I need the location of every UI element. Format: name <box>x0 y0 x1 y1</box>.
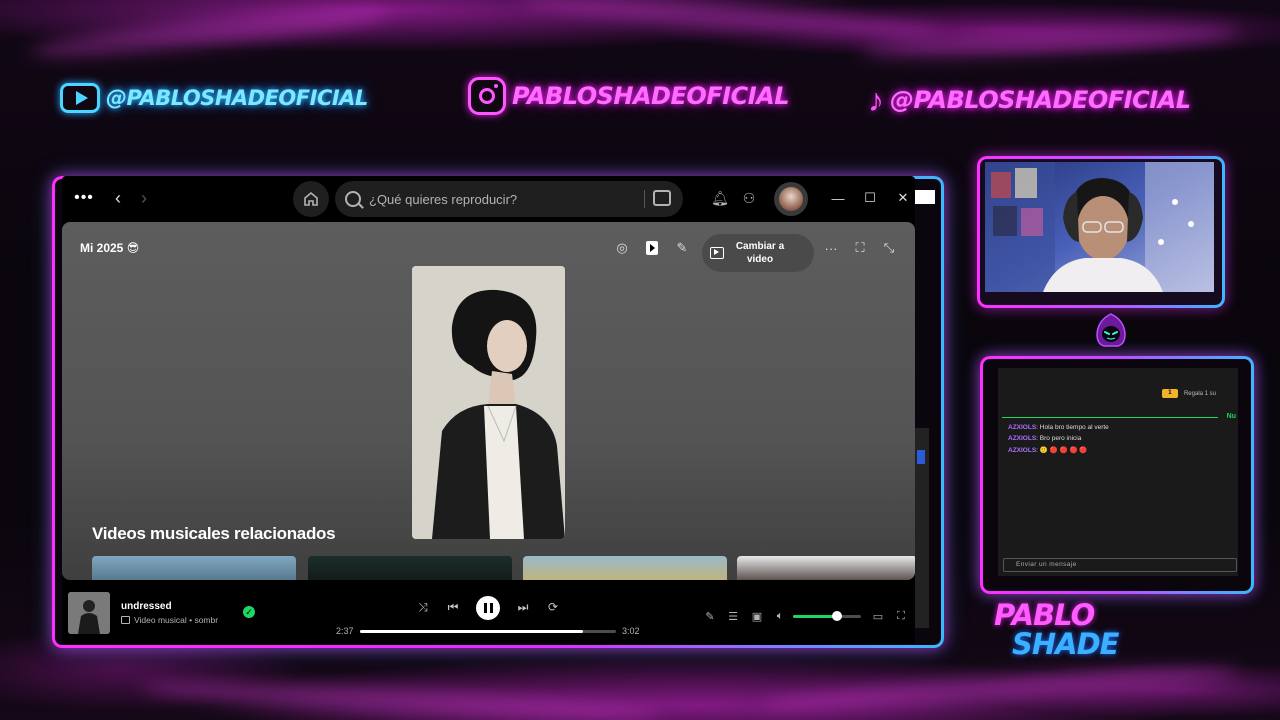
webcam-image <box>985 162 1214 292</box>
volume-slider[interactable] <box>793 611 861 621</box>
track-artwork[interactable] <box>68 592 110 634</box>
youtube-icon <box>60 83 100 113</box>
chat-message-text: Bro pero inicia <box>1039 435 1082 442</box>
search-bar[interactable]: ¿Qué quieres reproducir? <box>335 181 683 217</box>
chat-username[interactable]: AZXIOLS <box>1008 435 1036 442</box>
instagram-handle: PABLOSHADEOFICIAL <box>512 82 790 110</box>
volume-fill <box>793 615 837 618</box>
browse-icon[interactable] <box>653 190 671 206</box>
now-playing-view-icon[interactable] <box>643 239 661 257</box>
gift-sub-label: Regala 1 su <box>1183 390 1216 397</box>
chat-message-text: 🙂 🔴 🔴 🔴 🔴 <box>1039 447 1088 454</box>
progress-bar[interactable] <box>360 630 616 633</box>
chat-message: AZXIOLS: Hola bro tiempo al verte <box>1008 424 1109 431</box>
view-title: Mi 2025 😎 <box>80 241 140 255</box>
instagram-icon <box>468 77 506 115</box>
user-avatar[interactable] <box>774 182 808 216</box>
progress-fill <box>360 630 583 633</box>
shuffle-icon[interactable]: ⤨ <box>414 598 432 616</box>
fullscreen-player-icon[interactable]: ⛶ <box>893 608 909 624</box>
total-time: 3:02 <box>622 626 640 636</box>
miniplayer-icon[interactable]: ▭ <box>870 608 886 624</box>
switch-to-video-button[interactable]: Cambiar a video <box>702 234 814 272</box>
gift-sub-badge[interactable]: 1 Regala 1 su <box>1161 389 1216 398</box>
queue-icon[interactable]: ☰ <box>725 608 741 624</box>
chat-username[interactable]: AZXIOLS <box>1008 424 1036 431</box>
track-subtitle-row: Video musical • sombr <box>121 615 218 625</box>
track-subtitle[interactable]: Video musical • sombr <box>134 615 218 625</box>
chat-input[interactable]: Enviar un mensaje <box>1003 558 1237 572</box>
minimize-icon[interactable]: — <box>828 188 848 208</box>
search-divider <box>644 190 645 208</box>
elapsed-time: 2:37 <box>336 626 354 636</box>
spotify-window: ••• ‹ › ¿Qué quieres reproducir? 🔔︎ ⚇ — … <box>62 176 915 644</box>
stream-chat: 1 Regala 1 su Nu AZXIOLS: Hola bro tiemp… <box>998 368 1238 576</box>
instagram-handle-block: PABLOSHADEOFICIAL <box>468 74 790 118</box>
lyrics-mic-icon[interactable]: ✎ <box>702 608 718 624</box>
bell-icon[interactable]: 🔔︎ <box>710 188 730 208</box>
more-options-icon[interactable]: ··· <box>822 239 840 257</box>
fullscreen-icon[interactable]: ⛶ <box>851 239 869 257</box>
maximize-icon[interactable]: ☐ <box>860 188 880 208</box>
collapse-icon[interactable]: ⤡ <box>880 239 898 257</box>
related-videos-title: Videos musicales relacionados <box>92 524 336 543</box>
youtube-handle: @PABLOSHADEOFICIAL <box>106 86 368 110</box>
tiktok-icon: ♪ <box>868 81 884 118</box>
switch-to-video-label: Cambiar a video <box>735 241 785 265</box>
previous-icon[interactable]: ⏮︎ <box>444 598 462 616</box>
track-artwork-image <box>68 592 110 634</box>
now-playing-view: Mi 2025 😎 ◎ ✎ Cambiar a video ··· ⛶ ⤡ Vi… <box>62 222 915 580</box>
chat-username[interactable]: AZXIOLS <box>1008 447 1036 454</box>
volume-icon[interactable]: 🔈︎ <box>772 608 788 624</box>
tiktok-handle: @PABLOSHADEOFICIAL <box>890 86 1191 114</box>
video-cover-art[interactable] <box>412 266 565 539</box>
radio-icon[interactable]: ◎ <box>613 239 631 257</box>
saved-check-icon[interactable]: ✓ <box>243 606 255 618</box>
background-window-tab <box>917 450 925 464</box>
volume-knob[interactable] <box>831 611 842 621</box>
related-video-thumb[interactable] <box>523 556 727 580</box>
credits-icon[interactable]: ✎ <box>673 239 691 257</box>
youtube-handle-block: @PABLOSHADEOFICIAL <box>60 76 368 120</box>
friends-activity-icon[interactable]: ⚇ <box>739 188 759 208</box>
tiktok-handle-block: ♪ @PABLOSHADEOFICIAL <box>868 78 1191 122</box>
video-icon <box>710 247 724 259</box>
next-icon[interactable]: ⏭︎ <box>514 598 532 616</box>
back-arrow-icon[interactable]: ‹ <box>108 188 128 208</box>
pause-button[interactable] <box>476 596 500 620</box>
new-messages-label: Nu <box>1226 413 1236 420</box>
repeat-icon[interactable]: ⟳ <box>544 598 562 616</box>
background-window-edge <box>915 190 935 204</box>
search-input[interactable]: ¿Qué quieres reproducir? <box>369 192 517 207</box>
pablo-shade-logo: PABLO SHADE <box>994 601 1124 659</box>
logo-line-2: SHADE <box>1012 627 1119 661</box>
new-messages-divider <box>1002 417 1218 418</box>
search-icon <box>345 191 361 207</box>
related-video-thumb[interactable] <box>737 556 915 580</box>
logo-line-1: PABLO <box>994 598 1095 632</box>
track-title[interactable]: undressed <box>121 601 172 612</box>
close-icon[interactable]: ✕ <box>893 188 913 208</box>
connect-device-icon[interactable]: ▣ <box>749 608 765 624</box>
chat-message: AZXIOLS: 🙂 🔴 🔴 🔴 🔴 <box>1008 447 1088 454</box>
cover-portrait-image <box>412 266 565 539</box>
webcam-feed <box>985 162 1214 292</box>
chat-message-text: Hola bro tiempo al verte <box>1039 424 1109 431</box>
related-video-thumb[interactable] <box>92 556 296 580</box>
forward-arrow-icon[interactable]: › <box>134 188 154 208</box>
home-button[interactable] <box>293 181 329 217</box>
related-video-thumb[interactable] <box>308 556 512 580</box>
now-playing-bar: undressed Video musical • sombr ✓ ⤨ ⏮︎ ⏭… <box>62 580 915 644</box>
chat-message: AZXIOLS: Bro pero inicia <box>1008 435 1082 442</box>
gift-icon: 1 <box>1161 389 1178 398</box>
title-bar: ••• ‹ › ¿Qué quieres reproducir? 🔔︎ ⚇ — … <box>62 176 915 222</box>
music-video-icon <box>121 616 130 624</box>
hooded-mascot-icon <box>1096 313 1126 347</box>
home-icon <box>304 191 318 206</box>
more-menu-icon[interactable]: ••• <box>74 188 94 208</box>
